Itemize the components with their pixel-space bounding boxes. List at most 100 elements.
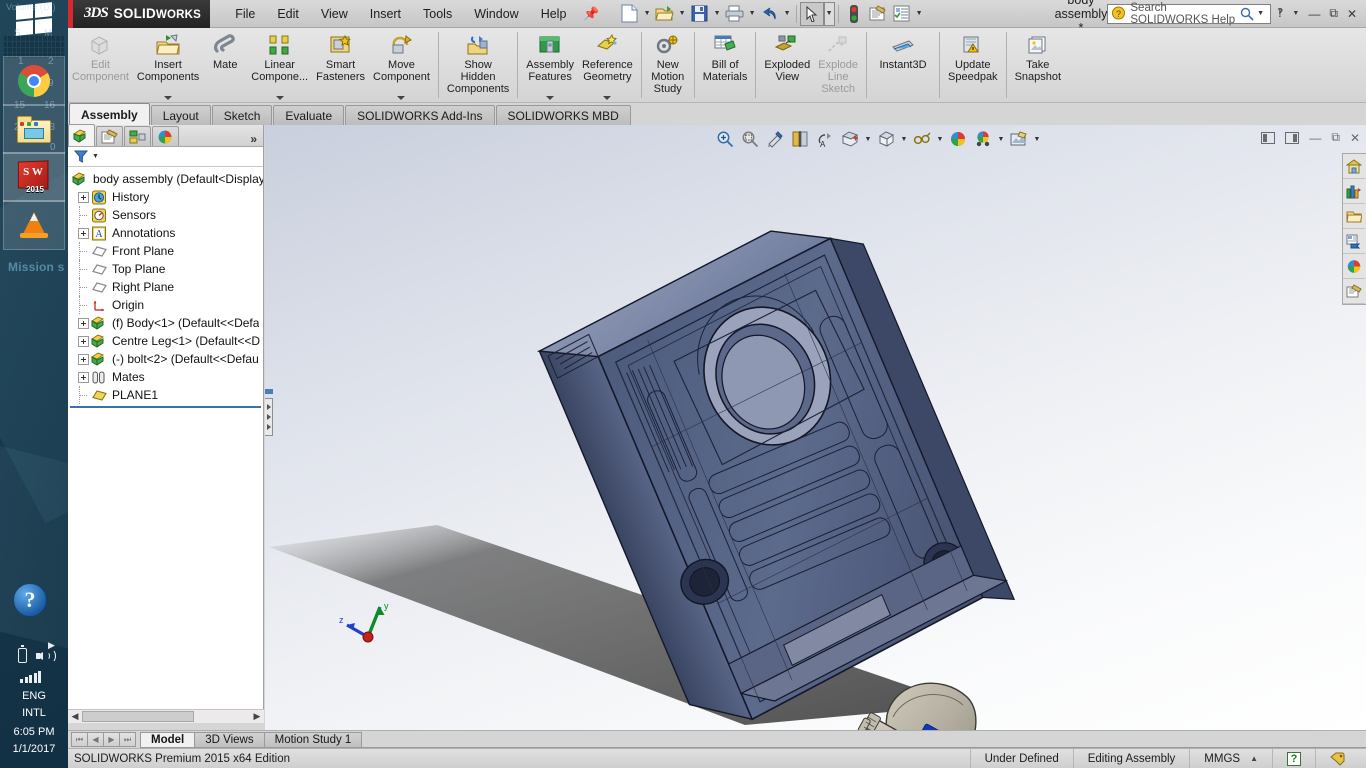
edit-appearance-caret-icon[interactable]: ▼: [935, 127, 945, 151]
menu-window[interactable]: Window: [463, 4, 529, 24]
display-manager-tab[interactable]: [152, 126, 179, 146]
launcher-item-solidworks-2015[interactable]: S W2015: [3, 152, 65, 202]
restore-icon[interactable]: ⧉: [1331, 130, 1340, 145]
print-icon[interactable]: [723, 2, 747, 26]
tab-assembly[interactable]: Assembly: [69, 103, 150, 125]
previous-view-icon[interactable]: [763, 127, 787, 151]
tree-item-centre-leg[interactable]: Centre Leg<1> (Default<<D: [68, 332, 263, 350]
menu-insert[interactable]: Insert: [359, 4, 412, 24]
tray-language[interactable]: ENG: [0, 690, 68, 702]
undo-icon[interactable]: [758, 2, 782, 26]
help-icon[interactable]: ‽: [1277, 6, 1283, 21]
appearances-scenes-icon[interactable]: [1343, 254, 1365, 279]
help-question-icon[interactable]: ?: [13, 583, 47, 617]
status-help-cell[interactable]: ?: [1272, 749, 1315, 768]
panel-splitter-handle[interactable]: [265, 398, 273, 436]
tree-item-annotations[interactable]: A Annotations: [68, 224, 263, 242]
ribbon-linear-component-pattern[interactable]: LinearCompone...: [247, 30, 312, 102]
feature-manager-filter[interactable]: ▼: [68, 147, 263, 167]
chevron-down-icon[interactable]: [397, 96, 405, 100]
scrollbar-thumb[interactable]: [82, 711, 194, 722]
expand-icon[interactable]: [78, 228, 89, 239]
view-settings-icon[interactable]: [971, 127, 995, 151]
tree-item-right-plane[interactable]: Right Plane: [68, 278, 263, 296]
select-caret-icon[interactable]: ▼: [824, 2, 835, 26]
configuration-manager-tab[interactable]: [124, 126, 151, 146]
tray-clock[interactable]: 6:05 PM: [0, 726, 68, 738]
filter-caret-icon[interactable]: ▼: [92, 153, 99, 160]
tree-item-top-plane[interactable]: Top Plane: [68, 260, 263, 278]
menu-file[interactable]: File: [224, 4, 266, 24]
close-icon[interactable]: ✕: [1350, 131, 1360, 145]
status-units[interactable]: MMGS: [1204, 753, 1240, 765]
units-caret-icon[interactable]: ▲: [1250, 754, 1258, 763]
tab-layout[interactable]: Layout: [151, 105, 211, 125]
prev-tab-icon[interactable]: ◀: [87, 732, 104, 747]
ribbon-insert-components[interactable]: InsertComponents: [133, 30, 203, 102]
menu-edit[interactable]: Edit: [266, 4, 310, 24]
volume-icon[interactable]: [36, 648, 58, 664]
ribbon-mate[interactable]: Mate: [203, 30, 247, 102]
view-palette-icon[interactable]: [1343, 229, 1365, 254]
open-document-caret-icon[interactable]: ▼: [677, 2, 688, 26]
ribbon-reference-geometry[interactable]: ReferenceGeometry: [578, 30, 637, 102]
last-tab-icon[interactable]: ⏭: [119, 732, 136, 747]
ribbon-explode-line-sketch[interactable]: ExplodeLineSketch: [814, 30, 862, 102]
expand-icon[interactable]: [78, 354, 89, 365]
menu-tools[interactable]: Tools: [412, 4, 463, 24]
edit-appearance-icon[interactable]: [910, 127, 934, 151]
pin-icon[interactable]: 📌: [583, 6, 599, 22]
search-caret-icon[interactable]: ▼: [1254, 10, 1267, 17]
chevron-down-icon[interactable]: [164, 96, 172, 100]
minimize-icon[interactable]: —: [1308, 7, 1320, 21]
document-properties-icon[interactable]: [890, 2, 914, 26]
view-orientation-icon[interactable]: A: [813, 127, 837, 151]
tree-item-bolt[interactable]: (-) bolt<2> (Default<<Defau: [68, 350, 263, 368]
next-tab-icon[interactable]: ▶: [103, 732, 120, 747]
scroll-left-icon[interactable]: ◀: [68, 711, 82, 722]
view-settings-caret-icon[interactable]: ▼: [996, 127, 1006, 151]
zoom-to-area-icon[interactable]: [738, 127, 762, 151]
feature-manager-more-icon[interactable]: »: [250, 132, 263, 146]
section-view-icon[interactable]: [788, 127, 812, 151]
display-style-caret-icon[interactable]: ▼: [863, 127, 873, 151]
chevron-down-icon[interactable]: [603, 96, 611, 100]
expand-icon[interactable]: [78, 192, 89, 203]
display-style-icon[interactable]: [838, 127, 862, 151]
launcher-item-google-chrome[interactable]: [3, 56, 65, 106]
document-properties-caret-icon[interactable]: ▼: [914, 2, 925, 26]
feature-manager-horizontal-scrollbar[interactable]: ◀ ▶: [68, 709, 264, 723]
render-tools-caret-icon[interactable]: ▼: [1032, 127, 1042, 151]
ribbon-edit-component[interactable]: EditComponent: [68, 30, 133, 102]
bottom-tab-model[interactable]: Model: [140, 732, 195, 748]
chevron-down-icon[interactable]: [276, 96, 284, 100]
ribbon-instant3d[interactable]: Instant3D: [871, 30, 935, 102]
apply-scene-icon[interactable]: [946, 127, 970, 151]
battery-icon[interactable]: [18, 648, 27, 663]
close-icon[interactable]: ✕: [1347, 7, 1357, 21]
ribbon-smart-fasteners[interactable]: SmartFasteners: [312, 30, 369, 102]
help-question-icon[interactable]: ?: [1287, 752, 1301, 766]
ribbon-bill-of-materials[interactable]: Bill ofMaterials: [699, 30, 752, 102]
status-tag-cell[interactable]: [1315, 749, 1360, 768]
first-tab-icon[interactable]: ⏮: [71, 732, 88, 747]
restore-left-icon[interactable]: [1261, 132, 1275, 144]
zoom-to-fit-icon[interactable]: [713, 127, 737, 151]
graphics-area[interactable]: A ▼ ▼ ▼: [265, 125, 1366, 730]
open-document-icon[interactable]: [653, 2, 677, 26]
restore-right-icon[interactable]: [1285, 132, 1299, 144]
hide-show-items-icon[interactable]: [874, 127, 898, 151]
ribbon-move-component[interactable]: MoveComponent: [369, 30, 434, 102]
tree-item-mates[interactable]: Mates: [68, 368, 263, 386]
rebuild-icon[interactable]: [842, 2, 866, 26]
tree-item-body-assembly[interactable]: body assembly (Default<Display: [68, 170, 263, 188]
assembly-3d-model[interactable]: [265, 125, 1366, 730]
tree-item-plane1[interactable]: PLANE1: [68, 386, 263, 404]
minimize-icon[interactable]: —: [1309, 131, 1321, 145]
print-caret-icon[interactable]: ▼: [747, 2, 758, 26]
tab-solidworks-add-ins[interactable]: SOLIDWORKS Add-Ins: [345, 105, 494, 125]
tab-solidworks-mbd[interactable]: SOLIDWORKS MBD: [496, 105, 631, 125]
restore-icon[interactable]: ⧉: [1329, 6, 1338, 21]
expand-icon[interactable]: [78, 336, 89, 347]
undo-caret-icon[interactable]: ▼: [782, 2, 793, 26]
